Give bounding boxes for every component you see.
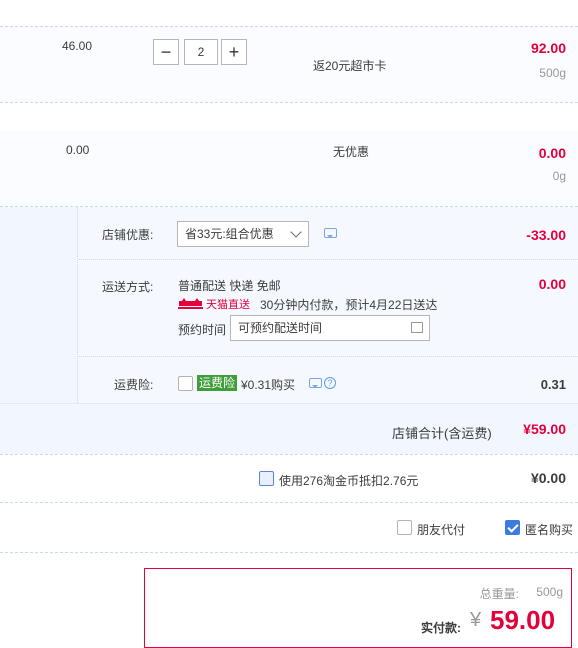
shop-discount-select[interactable]: 省33元:组合优惠: [177, 221, 309, 247]
promo-text: 无优惠: [333, 145, 370, 159]
divider: [79, 356, 578, 357]
appointment-label: 预约时间: [178, 323, 227, 337]
item-subtotal: 0.00: [538, 145, 566, 161]
divider: [0, 454, 578, 455]
comment-icon[interactable]: [324, 228, 337, 238]
order-item-row: 0.00 无优惠 0.00 0g: [0, 131, 578, 206]
taojinbi-text[interactable]: 使用276淘金币抵扣2.76元: [279, 472, 418, 489]
insurance-label: 运费险:: [114, 378, 154, 392]
delivery-method: 普通配送 快递 免邮: [178, 279, 281, 293]
unit-price: 46.00: [62, 39, 93, 53]
shop-discount-value: 省33元:组合优惠: [185, 227, 274, 241]
taojinbi-amount: ¥0.00: [530, 470, 566, 486]
item-subtotal: 92.00: [530, 40, 566, 56]
decrement-button[interactable]: −: [153, 39, 179, 65]
appointment-placeholder: 可预约配送时间: [238, 321, 323, 335]
calendar-icon: [411, 322, 423, 333]
promo-text: 返20元超市卡: [313, 59, 387, 73]
anonymous-label[interactable]: 匿名购买: [525, 521, 573, 538]
divider: [0, 552, 578, 553]
chevron-down-icon: [290, 226, 302, 238]
tmall-cat-icon: [178, 298, 203, 309]
item-weight: 500g: [539, 66, 566, 80]
shop-discount-label: 店铺优惠:: [102, 228, 154, 242]
divider: [0, 502, 578, 503]
order-item-row: 46.00 − 2 + 返20元超市卡 92.00 500g: [0, 27, 578, 102]
section-gutter: [0, 207, 78, 403]
shop-total-label: 店铺合计(含运费): [392, 426, 492, 441]
delivery-promise: 30分钟内付款，预计4月22日送达: [260, 298, 438, 312]
appointment-time-input[interactable]: 可预约配送时间: [230, 315, 430, 341]
shop-discount-amount: -33.00: [526, 227, 566, 243]
divider: [79, 259, 578, 260]
tmall-direct-tag: 天猫直送: [206, 299, 250, 311]
friend-pay-label[interactable]: 朋友代付: [417, 521, 465, 538]
insurance-tag: 运费险: [197, 375, 238, 391]
total-weight-value: 500g: [536, 585, 563, 599]
pay-amount: 59.00: [490, 605, 556, 635]
quantity-input[interactable]: 2: [184, 39, 218, 65]
friend-pay-checkbox[interactable]: [397, 520, 412, 535]
help-icon[interactable]: ?: [324, 377, 336, 389]
currency-symbol: ¥: [470, 609, 482, 631]
comment-icon[interactable]: [309, 378, 322, 388]
total-weight-label: 总重量:: [479, 587, 519, 601]
anonymous-checkbox[interactable]: [505, 520, 520, 535]
unit-price: 0.00: [66, 143, 90, 157]
payment-summary-box: 总重量: 500g 实付款: ¥ 59.00: [144, 568, 572, 648]
divider: [0, 102, 578, 103]
divider: [0, 403, 578, 404]
increment-button[interactable]: +: [221, 39, 247, 65]
pay-label: 实付款:: [421, 621, 461, 635]
delivery-fee: 0.00: [538, 276, 566, 292]
insurance-price: ¥0.31购买: [241, 378, 296, 392]
delivery-label: 运送方式:: [102, 280, 154, 294]
shop-total-amount: ¥59.00: [523, 421, 566, 437]
item-weight: 0g: [552, 169, 566, 183]
insurance-amount: 0.31: [540, 377, 566, 392]
insurance-checkbox[interactable]: [178, 376, 193, 391]
taojinbi-checkbox[interactable]: [259, 471, 274, 486]
